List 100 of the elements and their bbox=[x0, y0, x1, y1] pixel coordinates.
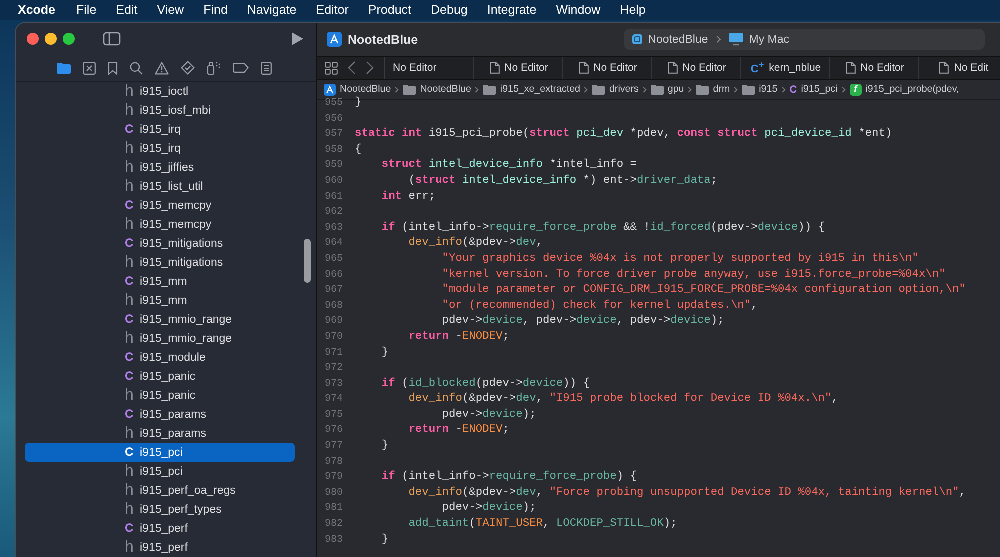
file-type-icon: C bbox=[125, 312, 140, 327]
line-number: 955 bbox=[324, 97, 343, 111]
navigator-row[interactable]: h i915_ioctl bbox=[25, 82, 295, 101]
menu-item[interactable]: Navigate bbox=[247, 3, 297, 17]
navigator-row[interactable]: C i915_pci bbox=[25, 443, 295, 462]
editor-tab[interactable]: No Editor bbox=[563, 57, 652, 79]
line-number: 970 bbox=[324, 330, 343, 345]
navigator-row[interactable]: h i915_jiffies bbox=[25, 158, 295, 177]
back-icon[interactable] bbox=[348, 61, 356, 75]
navigator-row[interactable]: h i915_mmio_range bbox=[25, 329, 295, 348]
x-square-icon[interactable] bbox=[83, 62, 96, 74]
list-icon[interactable] bbox=[261, 62, 272, 74]
navigator-row[interactable]: C i915_memcpy bbox=[25, 196, 295, 215]
target-icon bbox=[632, 34, 644, 45]
breadcrumb-item[interactable]: NootedBlue bbox=[403, 84, 472, 95]
navigator-row[interactable]: h i915_list_util bbox=[25, 177, 295, 196]
app-menu[interactable]: Xcode bbox=[18, 3, 56, 17]
menu-item[interactable]: Integrate bbox=[487, 3, 537, 17]
breadcrumb-item[interactable]: NootedBlue bbox=[324, 84, 392, 96]
folder-icon[interactable] bbox=[57, 62, 71, 74]
breadcrumb-item[interactable]: i915 bbox=[742, 84, 778, 95]
menu-item[interactable]: Editor bbox=[316, 3, 349, 17]
navigator-row[interactable]: C i915_params bbox=[25, 405, 295, 424]
file-type-icon: C bbox=[125, 521, 140, 536]
navigator-row[interactable]: h i915_mm bbox=[25, 291, 295, 310]
sidebar-toggle-icon[interactable] bbox=[103, 32, 121, 46]
menu-item[interactable]: Product bbox=[368, 3, 412, 17]
code-line: } bbox=[380, 439, 389, 454]
navigator-row[interactable]: C i915_panic bbox=[25, 367, 295, 386]
scrollbar[interactable] bbox=[304, 239, 311, 283]
breadcrumb-item[interactable]: drivers bbox=[592, 84, 639, 95]
file-type-icon: h bbox=[125, 160, 140, 175]
breadcrumb-item[interactable]: C i915_pci bbox=[790, 84, 838, 96]
spray-icon[interactable] bbox=[207, 61, 221, 75]
menu-item[interactable]: Find bbox=[204, 3, 228, 17]
diamond-check-icon[interactable] bbox=[181, 61, 195, 75]
bookmark-icon[interactable] bbox=[108, 62, 118, 74]
editor-tab[interactable]: No Editor bbox=[652, 57, 741, 79]
line-number: 966 bbox=[324, 268, 343, 283]
line-number: 957 bbox=[324, 128, 343, 142]
separator-icon bbox=[582, 86, 588, 92]
file-type-icon: h bbox=[125, 293, 140, 308]
file-type-icon: C bbox=[125, 445, 140, 460]
navigator-row[interactable]: h i915_iosf_mbi bbox=[25, 101, 295, 120]
destination-name[interactable]: My Mac bbox=[749, 34, 790, 46]
code-line: } bbox=[380, 532, 389, 548]
breadcrumb-item[interactable]: f i915_pci_probe(pdev, bbox=[850, 84, 960, 96]
navigator-row[interactable]: C i915_mmio_range bbox=[25, 310, 295, 329]
editor-tab[interactable]: No Editor bbox=[385, 57, 474, 79]
navigator-row[interactable]: C i915_irq bbox=[25, 120, 295, 139]
line-number: 964 bbox=[324, 237, 343, 252]
scheme-selector[interactable]: NootedBlue My Mac bbox=[624, 29, 986, 50]
breadcrumb-item[interactable]: drm bbox=[696, 84, 730, 95]
navigator-row[interactable]: h i915_perf bbox=[25, 538, 295, 557]
window-controls-icon[interactable] bbox=[27, 33, 75, 45]
file-type-icon: C bbox=[125, 274, 140, 289]
code-line: } bbox=[355, 96, 362, 111]
menu-item[interactable]: Help bbox=[620, 3, 646, 17]
file-type-icon: h bbox=[125, 84, 140, 99]
editor-tab[interactable]: No Edit bbox=[919, 57, 1000, 79]
file-type-icon: h bbox=[125, 331, 140, 346]
menu-item[interactable]: Edit bbox=[116, 3, 138, 17]
play-icon[interactable] bbox=[291, 32, 304, 46]
breadcrumb-item[interactable]: gpu bbox=[650, 84, 684, 95]
navigator-row[interactable]: C i915_mitigations bbox=[25, 234, 295, 253]
editor-tab[interactable]: No Editor bbox=[830, 57, 919, 79]
code-line: return -ENODEV; bbox=[408, 330, 510, 345]
warning-icon[interactable] bbox=[155, 62, 169, 74]
code-line: "Your graphics device %04x is not properly supported by i915 in this\n" bbox=[441, 252, 919, 267]
navigator-row[interactable]: h i915_perf_types bbox=[25, 500, 295, 519]
editor-tab[interactable]: C$^{+}$ kern_nblue bbox=[741, 57, 830, 79]
separator-icon bbox=[641, 86, 647, 92]
navigator-row[interactable]: h i915_pci bbox=[25, 462, 295, 481]
search-icon[interactable] bbox=[130, 62, 143, 74]
tag-icon[interactable] bbox=[233, 63, 249, 73]
editor-tab[interactable]: No Editor bbox=[474, 57, 563, 79]
menu-item[interactable]: Debug bbox=[431, 3, 468, 17]
navigator-row[interactable]: C i915_mm bbox=[25, 272, 295, 291]
menu-item[interactable]: File bbox=[76, 3, 97, 17]
grid-icon[interactable] bbox=[325, 62, 338, 74]
navigator-row[interactable]: C i915_module bbox=[25, 348, 295, 367]
file-type-icon: h bbox=[125, 103, 140, 118]
navigator-row[interactable]: h i915_mitigations bbox=[25, 253, 295, 272]
navigator-row[interactable]: h i915_params bbox=[25, 424, 295, 443]
navigator-row[interactable]: C i915_perf bbox=[25, 519, 295, 538]
code-line: dev_info(&pdev->dev, "I915 probe blocked for Device ID %04x.\n", bbox=[408, 392, 838, 408]
scheme-name[interactable]: NootedBlue bbox=[648, 34, 708, 46]
code-line: { bbox=[355, 142, 362, 158]
code-line: "kernel version. To force driver probe anyway, use i915.force_probe=%04x\n" bbox=[441, 268, 946, 283]
menu-item[interactable]: View bbox=[157, 3, 184, 17]
navigator-row[interactable]: h i915_perf_oa_regs bbox=[25, 481, 295, 500]
file-type-icon: h bbox=[125, 217, 140, 232]
navigator-row[interactable]: h i915_irq bbox=[25, 139, 295, 158]
menu-item[interactable]: Window bbox=[556, 3, 601, 17]
code-line: return -ENODEV; bbox=[408, 423, 510, 438]
breadcrumb-item[interactable]: i915_xe_extracted bbox=[483, 84, 580, 95]
forward-icon[interactable] bbox=[366, 61, 374, 75]
navigator-row[interactable]: h i915_panic bbox=[25, 386, 295, 405]
code-line: pdev->device); bbox=[441, 408, 536, 423]
navigator-row[interactable]: h i915_memcpy bbox=[25, 215, 295, 234]
